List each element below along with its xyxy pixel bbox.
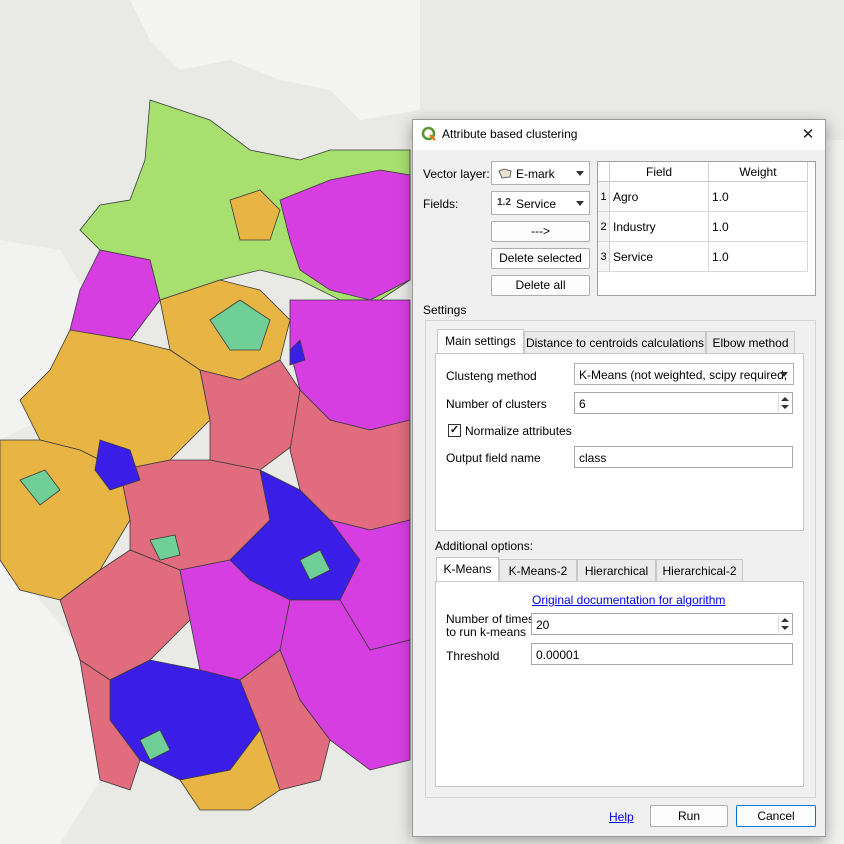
dialog-titlebar: Attribute based clustering ✕ xyxy=(413,120,825,150)
clustering-dialog: Attribute based clustering ✕ Vector laye… xyxy=(412,119,826,837)
threshold-label: Threshold xyxy=(446,649,500,663)
output-field-name-label: Output field name xyxy=(446,451,541,465)
tab-hierarchical-2[interactable]: Hierarchical-2 xyxy=(656,559,743,582)
tab-hierarchical[interactable]: Hierarchical xyxy=(577,559,656,582)
threshold-value: 0.00001 xyxy=(536,648,580,662)
decimal-type-icon: 1.2 xyxy=(497,197,511,208)
help-link[interactable]: Help xyxy=(609,810,634,824)
times-to-run-value: 20 xyxy=(536,618,550,632)
normalize-checkbox[interactable]: ✓ xyxy=(448,424,461,437)
table-cell-weight[interactable]: 1.0 xyxy=(709,242,808,272)
polygon-layer-icon xyxy=(498,168,512,179)
vector-layer-label: Vector layer: xyxy=(423,167,490,181)
table-corner xyxy=(598,162,610,182)
add-field-button[interactable]: ---> xyxy=(491,221,590,242)
times-to-run-spinbox[interactable]: 20 xyxy=(531,613,793,635)
number-of-clusters-spinbox[interactable]: 6 xyxy=(574,392,793,414)
number-of-clusters-value: 6 xyxy=(579,397,586,411)
delete-selected-button[interactable]: Delete selected xyxy=(491,248,590,269)
table-cell-field[interactable]: Industry xyxy=(610,212,709,242)
fields-label: Fields: xyxy=(423,197,459,211)
row-number[interactable]: 1 xyxy=(598,182,610,212)
qgis-icon xyxy=(421,126,436,141)
documentation-link[interactable]: Original documentation for algorithm xyxy=(532,593,725,607)
column-header-field[interactable]: Field xyxy=(610,162,709,182)
tab-main-settings[interactable]: Main settings xyxy=(437,329,524,354)
fields-table[interactable]: Field Weight 1 Agro 1.0 2 Industry 1.0 3… xyxy=(597,161,816,296)
settings-label: Settings xyxy=(423,303,467,317)
column-header-weight[interactable]: Weight xyxy=(709,162,808,182)
spin-arrows-icon[interactable] xyxy=(778,394,791,412)
run-button[interactable]: Run xyxy=(650,805,728,827)
number-of-clusters-label: Number of clusters xyxy=(446,397,547,411)
clustering-method-value: K-Means (not weighted, scipy required, xyxy=(579,368,788,382)
clustering-method-combo[interactable]: K-Means (not weighted, scipy required, xyxy=(574,363,794,385)
times-label-line2: to run k-means xyxy=(446,625,527,639)
additional-options-label: Additional options: xyxy=(435,539,534,553)
cancel-button[interactable]: Cancel xyxy=(736,805,816,827)
table-cell-weight[interactable]: 1.0 xyxy=(709,212,808,242)
vector-layer-value: E-mark xyxy=(516,167,555,181)
output-field-name-value: class xyxy=(579,451,607,465)
clustering-method-label: Clusteng method xyxy=(446,369,537,383)
chevron-down-icon xyxy=(576,171,584,176)
table-cell-weight[interactable]: 1.0 xyxy=(709,182,808,212)
row-number[interactable]: 2 xyxy=(598,212,610,242)
tab-k-means[interactable]: K-Means xyxy=(436,557,499,582)
tab-k-means-2[interactable]: K-Means-2 xyxy=(499,559,577,582)
normalize-label: Normalize attributes xyxy=(465,424,572,438)
threshold-input[interactable]: 0.00001 xyxy=(531,643,793,665)
delete-all-button[interactable]: Delete all xyxy=(491,275,590,296)
spin-arrows-icon[interactable] xyxy=(778,615,791,633)
main-settings-panel: Clusteng method K-Means (not weighted, s… xyxy=(435,353,804,531)
fields-value: Service xyxy=(516,197,557,211)
table-cell-field[interactable]: Agro xyxy=(610,182,709,212)
vector-layer-combo[interactable]: E-mark xyxy=(491,161,590,185)
table-cell-field[interactable]: Service xyxy=(610,242,709,272)
output-field-name-input[interactable]: class xyxy=(574,446,793,468)
tab-elbow-method[interactable]: Elbow method xyxy=(706,331,795,354)
close-icon[interactable]: ✕ xyxy=(795,122,821,148)
chevron-down-icon xyxy=(780,372,788,377)
fields-combo[interactable]: 1.2 Service xyxy=(491,191,590,215)
row-number[interactable]: 3 xyxy=(598,242,610,272)
chevron-down-icon xyxy=(576,201,584,206)
tab-distance-to-centroids[interactable]: Distance to centroids calculations xyxy=(524,331,706,354)
k-means-panel: Original documentation for algorithm Num… xyxy=(435,581,804,787)
dialog-title: Attribute based clustering xyxy=(442,127,578,141)
